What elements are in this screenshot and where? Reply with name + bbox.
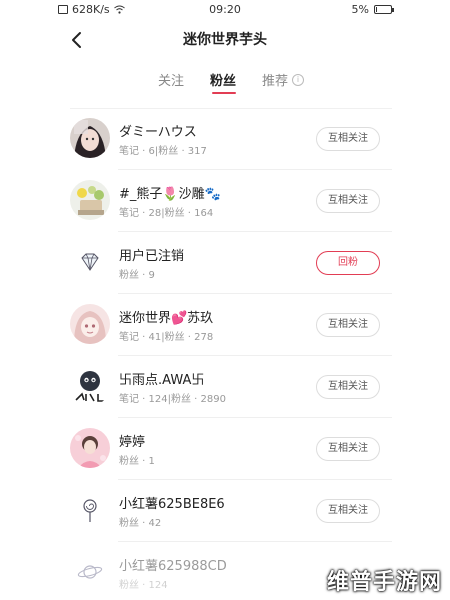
lollipop-icon [70, 490, 110, 530]
user-stats: 笔记 · 124|粉丝 · 2890 [119, 394, 226, 405]
mutual-follow-button[interactable]: 互相关注 [316, 375, 380, 399]
status-bar: 628K/s 09:20 5% [0, 0, 450, 20]
mutual-follow-button[interactable]: 互相关注 [316, 437, 380, 461]
user-stats: 粉丝 · 9 [119, 270, 155, 281]
user-stats: 笔记 · 41|粉丝 · 278 [119, 332, 214, 343]
tab-fans[interactable]: 粉丝 [210, 70, 236, 89]
header: 迷你世界芋头 [0, 20, 450, 60]
user-name[interactable]: 用户已注销 [119, 245, 184, 264]
girl-portrait-icon [70, 118, 110, 158]
list-item[interactable]: #_熊子🌷沙雕🐾 笔记 · 28|粉丝 · 164 互相关注 [0, 170, 450, 232]
tab-following[interactable]: 关注 [158, 70, 184, 89]
status-right: 5% [351, 3, 394, 16]
avatar[interactable] [70, 552, 110, 592]
list-item[interactable]: ダミーハウス 笔记 · 6|粉丝 · 317 互相关注 [0, 108, 450, 170]
cartoon-face-icon [70, 366, 110, 406]
mutual-follow-button[interactable]: 互相关注 [316, 313, 380, 337]
user-name[interactable]: ダミーハウス [119, 121, 197, 140]
flower-pot-icon [70, 180, 110, 220]
user-name[interactable]: 迷你世界💕苏玖 [119, 307, 213, 326]
active-tab-indicator [212, 92, 236, 94]
tab-recommend[interactable]: 推荐 i [262, 70, 305, 89]
list-item[interactable]: 用户已注销 粉丝 · 9 回粉 [0, 232, 450, 294]
user-name[interactable]: 小红薯625988CD [119, 555, 227, 574]
avatar[interactable] [70, 490, 110, 530]
avatar[interactable] [70, 428, 110, 468]
info-icon[interactable]: i [292, 73, 305, 86]
user-stats: 粉丝 · 124 [119, 580, 168, 591]
user-stats: 粉丝 · 1 [119, 456, 155, 467]
tab-recommend-label: 推荐 [262, 74, 289, 89]
avatar[interactable] [70, 180, 110, 220]
list-item[interactable]: 婷婷 粉丝 · 1 互相关注 [0, 418, 450, 480]
diamond-icon [70, 242, 110, 282]
user-stats: 粉丝 · 42 [119, 518, 162, 529]
avatar[interactable] [70, 242, 110, 282]
user-name[interactable]: #_熊子🌷沙雕🐾 [119, 183, 221, 202]
user-name[interactable]: 小红薯625BE8E6 [119, 493, 225, 512]
mutual-follow-button[interactable]: 互相关注 [316, 189, 380, 213]
avatar[interactable] [70, 304, 110, 344]
battery-percent: 5% [351, 3, 369, 16]
watermark: 维普手游网 [326, 570, 442, 595]
page-title: 迷你世界芋头 [183, 32, 267, 48]
user-name[interactable]: 婷婷 [119, 431, 145, 450]
screen: 628K/s 09:20 5% 迷你世界芋头 关注 粉丝 推荐 i ダミーハウス… [0, 0, 450, 600]
pink-girl-icon [70, 428, 110, 468]
planet-icon [70, 552, 110, 592]
battery-icon [374, 5, 394, 14]
mutual-follow-button[interactable]: 互相关注 [316, 127, 380, 151]
user-stats: 笔记 · 28|粉丝 · 164 [119, 208, 214, 219]
avatar[interactable] [70, 366, 110, 406]
follow-back-button[interactable]: 回粉 [316, 251, 380, 275]
avatar[interactable] [70, 118, 110, 158]
tab-bar: 关注 粉丝 推荐 i [0, 64, 450, 96]
list-item[interactable]: 卐雨点.AWA卐 笔记 · 124|粉丝 · 2890 互相关注 [0, 356, 450, 418]
anime-girl-icon [70, 304, 110, 344]
mutual-follow-button[interactable]: 互相关注 [316, 499, 380, 523]
user-name[interactable]: 卐雨点.AWA卐 [119, 369, 204, 388]
list-item[interactable]: 小红薯625BE8E6 粉丝 · 42 互相关注 [0, 480, 450, 542]
user-stats: 笔记 · 6|粉丝 · 317 [119, 146, 207, 157]
list-item[interactable]: 迷你世界💕苏玖 笔记 · 41|粉丝 · 278 互相关注 [0, 294, 450, 356]
